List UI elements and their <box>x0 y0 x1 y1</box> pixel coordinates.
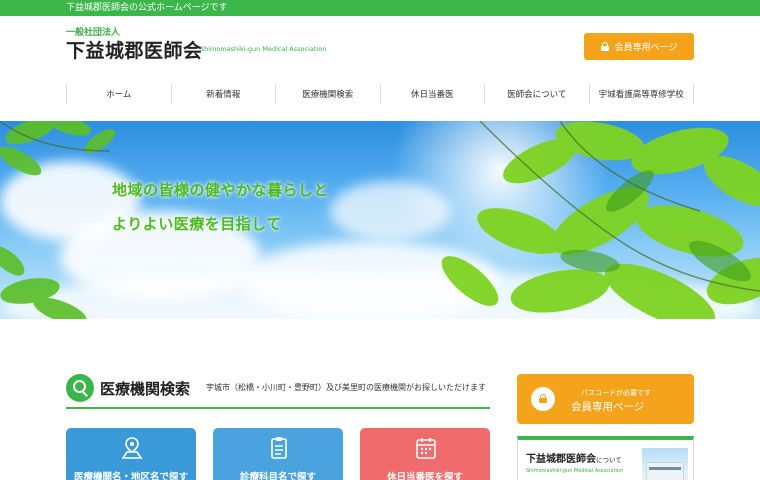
association-building-image <box>642 448 688 480</box>
sidebar-about-box[interactable]: 下益城郡医師会について Shimomashiki-gun Medical Ass… <box>517 436 694 480</box>
map-pin-icon <box>121 437 143 459</box>
search-by-name-card[interactable]: 医療機関名・地区名で探す <box>66 428 196 480</box>
section-divider <box>66 407 490 409</box>
nav-item-nursing-school[interactable]: 宇城看護高等専修学校 <box>588 84 694 104</box>
main-nav: ホーム 新着情報 医療機関検索 休日当番医 医師会について 宇城看護高等専修学校 <box>66 84 694 104</box>
member-page-button[interactable]: 会員専用ページ <box>584 33 694 60</box>
lock-icon <box>600 42 609 51</box>
clipboard-icon <box>271 437 287 459</box>
member-page-button-label: 会員専用ページ <box>614 43 678 53</box>
logo-english-name: Shimomashiki-gun Medical Association <box>200 45 327 53</box>
sidebar-member-page-button[interactable]: パスコードが必要です 会員専用ページ <box>517 374 694 424</box>
search-section-title: 医療機関検索 <box>100 380 191 398</box>
top-banner-text: 下益城郡医師会の公式ホームページです <box>66 3 228 13</box>
search-by-name-label: 医療機関名・地区名で探す <box>73 472 188 480</box>
search-section-subtitle: 宇城市（松橋・小川町・豊野町）及び美里町の医療機関がお探しいただけます <box>206 383 486 392</box>
about-box-english: Shimomashiki-gun Medical Association <box>526 468 624 474</box>
lock-icon <box>531 387 555 411</box>
search-by-department-card[interactable]: 診療科目名で探す <box>213 428 343 480</box>
search-by-department-label: 診療科目名で探す <box>239 472 316 480</box>
member-passcode-note: パスコードが必要です <box>581 389 651 397</box>
member-page-label: 会員専用ページ <box>571 401 645 413</box>
nav-item-holiday-doctor[interactable]: 休日当番医 <box>379 84 485 104</box>
hero-headline-line1: 地域の皆様の健やかな暮らしと <box>112 181 330 199</box>
hero-headline-line2: よりよい医療を目指して <box>112 215 282 233</box>
nav-item-news[interactable]: 新着情報 <box>170 84 276 104</box>
search-holiday-doctor-label: 休日当番医を探す <box>386 472 463 480</box>
about-box-title: 下益城郡医師会について <box>526 454 622 465</box>
nav-item-search[interactable]: 医療機関検索 <box>275 84 380 104</box>
nav-item-about[interactable]: 医師会について <box>484 84 589 104</box>
calendar-icon <box>416 438 436 459</box>
hero-banner: 地域の皆様の健やかな暮らしと よりよい医療を目指して <box>0 121 760 319</box>
nav-item-home[interactable]: ホーム <box>66 84 171 104</box>
top-banner: 下益城郡医師会の公式ホームページです <box>0 0 760 16</box>
search-icon <box>66 374 94 402</box>
site-logo[interactable]: 下益城郡医師会 <box>66 36 203 63</box>
search-holiday-doctor-card[interactable]: 休日当番医を探す <box>360 428 490 480</box>
